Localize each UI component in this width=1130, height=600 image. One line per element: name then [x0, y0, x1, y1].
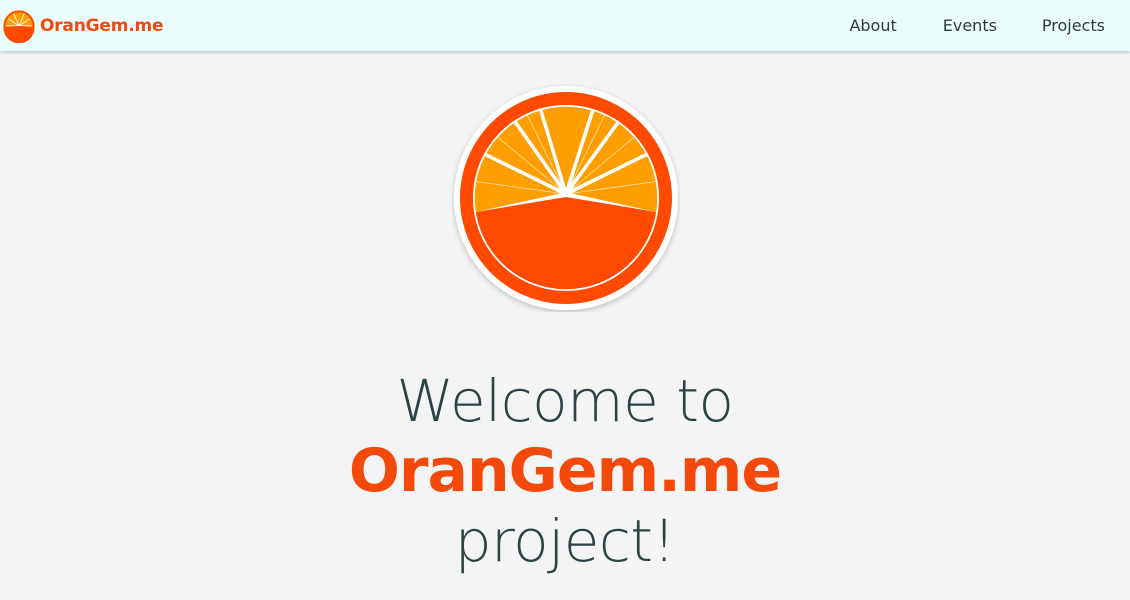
nav-link-about[interactable]: About: [849, 16, 896, 35]
headline-line-welcome: Welcome to: [396, 367, 734, 435]
nav-links: About Events Projects: [849, 0, 1130, 51]
navbar: OranGem.me About Events Projects: [0, 0, 1130, 51]
brand-name: OranGem.me: [40, 16, 164, 36]
nav-link-events[interactable]: Events: [943, 16, 997, 35]
headline-line-brand: OranGem.me: [348, 436, 782, 506]
nav-link-projects[interactable]: Projects: [1042, 16, 1105, 35]
brand-link[interactable]: OranGem.me: [2, 8, 164, 44]
welcome-headline: Welcome to OranGem.me project!: [0, 366, 1130, 576]
orange-slice-logo-icon: [2, 9, 36, 43]
orange-slice-icon: [454, 86, 678, 310]
headline-line-project: project!: [454, 507, 676, 575]
